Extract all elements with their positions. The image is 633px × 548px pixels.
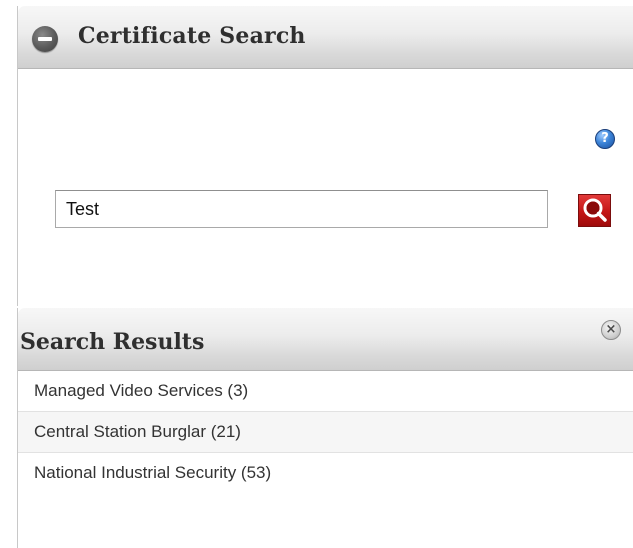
results-list: Managed Video Services (3) Central Stati… (18, 371, 633, 493)
results-title: Search Results (20, 329, 205, 355)
search-input[interactable] (55, 190, 548, 228)
question-mark-icon[interactable]: ? (595, 129, 615, 149)
minus-circle-icon (38, 37, 52, 41)
panel-title: Certificate Search (78, 23, 306, 49)
result-item[interactable]: Managed Video Services (3) (18, 371, 633, 412)
search-button[interactable] (578, 194, 611, 227)
search-results-header: Search Results × (18, 308, 633, 371)
result-item[interactable]: National Industrial Security (53) (18, 453, 633, 493)
close-results-button[interactable]: × (601, 320, 621, 340)
result-item[interactable]: Central Station Burglar (21) (18, 412, 633, 453)
magnifier-icon (583, 198, 607, 222)
collapse-panel-button[interactable] (32, 26, 58, 52)
close-circle-icon: × (605, 322, 617, 337)
search-results-panel: Search Results × Managed Video Services … (17, 308, 633, 548)
certificate-search-header: Certificate Search (18, 6, 633, 69)
certificate-search-panel: Certificate Search ? (17, 6, 633, 306)
